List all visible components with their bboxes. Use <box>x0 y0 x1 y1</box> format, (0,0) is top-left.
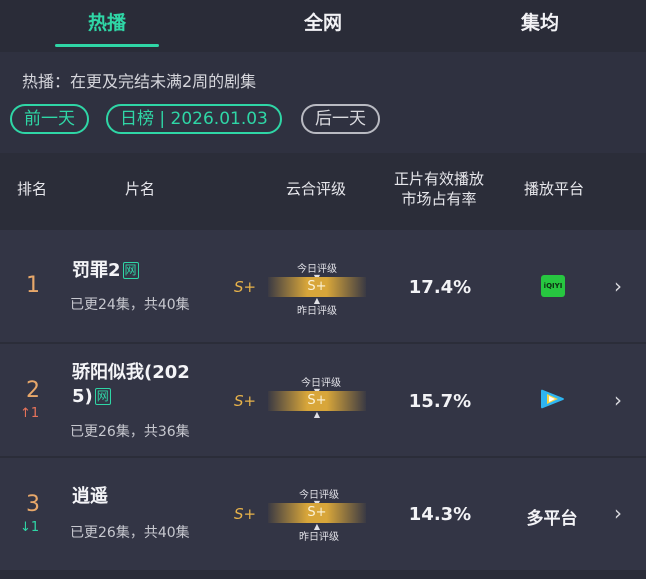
col-platform: 播放平台 <box>523 180 584 198</box>
rank-down-indicator: ↓1 <box>20 520 40 535</box>
rank-number: 2 <box>26 378 40 403</box>
rating-bar-value: S+ <box>307 505 327 520</box>
tab-all-network[interactable]: 全网 <box>263 8 383 35</box>
rating-bar-value: S+ <box>307 279 327 294</box>
col-title: 片名 <box>124 180 155 198</box>
prev-day-button[interactable]: 前一天 <box>10 104 89 134</box>
rank-number: 1 <box>26 273 40 298</box>
rating-bar-value: S+ <box>307 393 327 408</box>
rating-grade: S+ <box>234 392 257 410</box>
chevron-right-icon[interactable]: › <box>614 274 622 298</box>
table-row[interactable]: 3 ↓1 逍遥 已更26集，共40集 S+ 今日评级 ▼ S+ ▲ 昨日评级 1… <box>0 458 646 570</box>
tencent-video-icon <box>541 389 564 409</box>
rank-up-indicator: ↑1 <box>20 406 40 421</box>
list-header: 热播：在更及完结未满2周的剧集 前一天 日榜 | 2026.01.03 后一天 <box>0 52 646 153</box>
market-share: 15.7% <box>408 391 472 412</box>
col-rating: 云合评级 <box>285 180 346 198</box>
rating-grade: S+ <box>234 505 257 523</box>
tab-hot[interactable]: 热播 <box>47 8 167 35</box>
list-description: 热播：在更及完结未满2周的剧集 <box>22 72 257 91</box>
episode-progress: 已更24集，共40集 <box>70 297 190 313</box>
iqiyi-icon: iQIYI <box>541 275 565 297</box>
col-share-line1: 正片有效播放 <box>393 170 484 188</box>
chevron-right-icon[interactable]: › <box>614 501 622 525</box>
market-share: 17.4% <box>408 277 472 298</box>
market-share: 14.3% <box>408 504 472 525</box>
col-rank: 排名 <box>16 180 47 198</box>
table-row[interactable]: 2 ↑1 骄阳似我(202 5)网 已更26集，共36集 S+ 今日评级 ▼ S… <box>0 344 646 456</box>
tab-episode-average[interactable]: 集均 <box>480 8 600 35</box>
yesterday-marker-icon: ▲ <box>313 410 321 419</box>
episode-progress: 已更26集，共36集 <box>70 424 190 440</box>
active-tab-indicator <box>55 44 159 47</box>
table-row[interactable]: 1 罚罪2网 已更24集，共40集 S+ 今日评级 ▼ S+ ▲ 昨日评级 17… <box>0 230 646 342</box>
network-badge: 网 <box>94 388 111 405</box>
top-tab-bar: 热播 全网 集均 <box>0 0 646 52</box>
show-title[interactable]: 骄阳似我(202 5) 网 <box>72 361 190 409</box>
network-badge: 网 <box>122 262 139 279</box>
next-day-button[interactable]: 后一天 <box>301 104 380 134</box>
rating-grade: S+ <box>234 278 257 296</box>
yesterday-rating-label: 昨日评级 <box>297 306 337 317</box>
show-title[interactable]: 逍遥 <box>72 485 108 509</box>
platform-multi: 多平台 <box>526 509 578 529</box>
rank-number: 3 <box>26 492 40 517</box>
col-share-line2: 市场占有率 <box>401 190 477 208</box>
table-header: 排名 片名 云合评级 正片有效播放 市场占有率 播放平台 <box>0 153 646 225</box>
date-selector[interactable]: 日榜 | 2026.01.03 <box>106 104 282 134</box>
chevron-right-icon[interactable]: › <box>614 388 622 412</box>
show-title[interactable]: 罚罪2 网 <box>72 259 139 283</box>
yesterday-rating-label: 昨日评级 <box>299 532 339 543</box>
episode-progress: 已更26集，共40集 <box>70 525 190 541</box>
